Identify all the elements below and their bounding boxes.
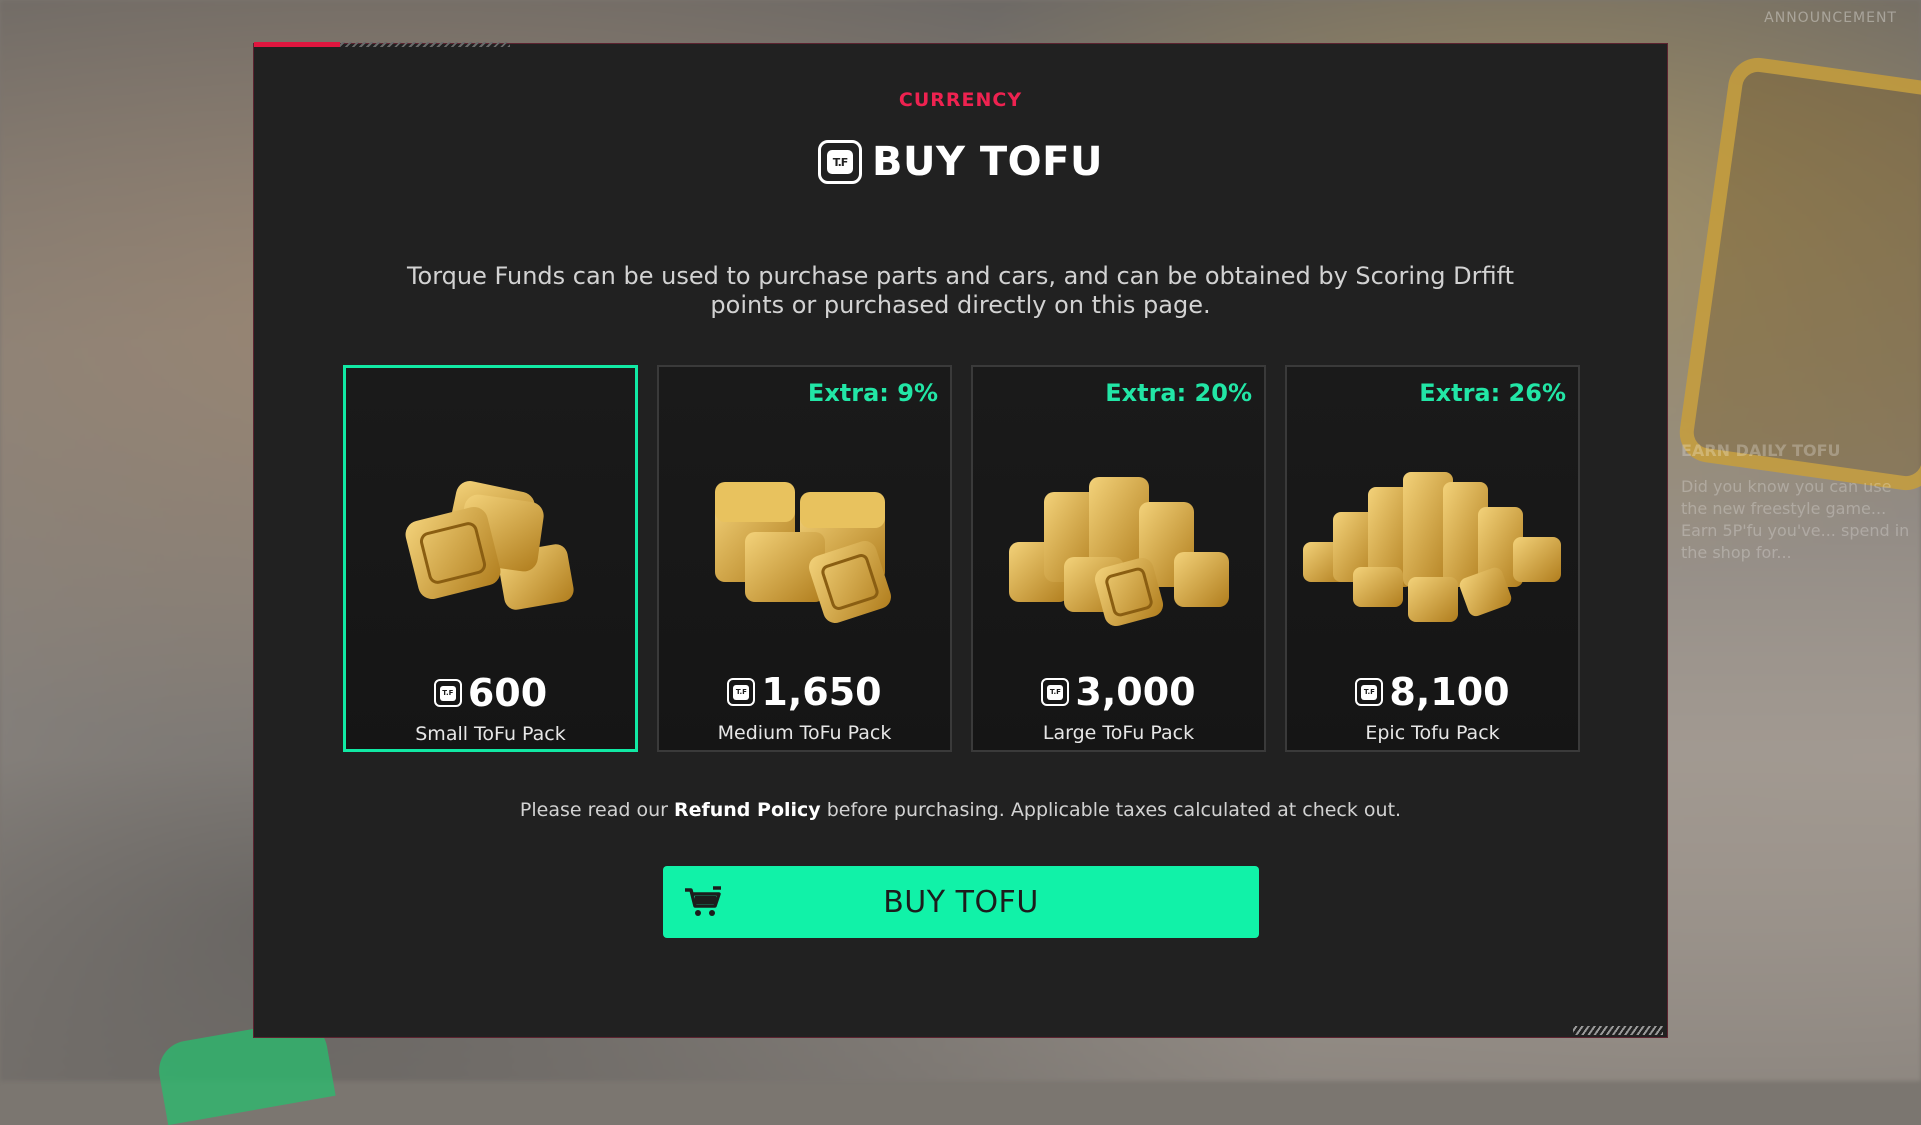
tofu-icon: T.F [1041, 678, 1070, 706]
pack-extra: Extra: 9% [807, 379, 938, 407]
pack-amount-row: T.F 600 [346, 671, 635, 715]
buy-tofu-button[interactable]: BUY TOFU [663, 866, 1259, 938]
coin-stack-medium-image [659, 447, 950, 647]
pack-amount: 8,100 [1389, 670, 1510, 714]
pack-name: Small ToFu Pack [415, 723, 566, 745]
modal-description: Torque Funds can be used to purchase par… [406, 262, 1515, 319]
tofu-icon: T.F [727, 678, 756, 706]
coin-stack-small-image [346, 448, 635, 648]
pack-amount-row: T.F 3,000 [973, 670, 1264, 714]
buy-button-label: BUY TOFU [883, 884, 1039, 920]
modal-title: BUY TOFU [872, 139, 1103, 185]
pack-card-large[interactable]: Extra: 20% T.F 3,000 Large ToFu Pack [971, 365, 1266, 752]
refund-notice: Please read our Refund Policy before pur… [254, 799, 1667, 821]
pack-card-medium[interactable]: Extra: 9% T.F 1,650 Medium ToFu Pack [657, 365, 952, 752]
pack-amount: 1,650 [761, 670, 882, 714]
cart-icon [685, 886, 721, 916]
modal-eyebrow: CURRENCY [898, 89, 1023, 111]
pack-amount: 3,000 [1075, 670, 1196, 714]
pack-name: Epic Tofu Pack [1365, 722, 1500, 744]
corner-hatch [1573, 1026, 1663, 1035]
pack-card-small[interactable]: T.F 600 Small ToFu Pack [343, 365, 638, 752]
background-announcement: ANNOUNCEMENT [1764, 10, 1897, 26]
coin-stack-large-image [973, 447, 1264, 647]
pack-name: Large ToFu Pack [1042, 722, 1195, 744]
refund-policy-link[interactable]: Refund Policy [674, 799, 821, 821]
background-side-text: Did you know you can use the new freesty… [1681, 477, 1910, 562]
refund-prefix: Please read our [519, 799, 674, 821]
modal-title-row: T.F BUY TOFU [254, 139, 1667, 185]
pack-name: Medium ToFu Pack [717, 722, 892, 744]
pack-amount-row: T.F 8,100 [1287, 670, 1578, 714]
buy-tofu-modal: CURRENCY T.F BUY TOFU Torque Funds can b… [253, 42, 1668, 1038]
pack-amount-row: T.F 1,650 [659, 670, 950, 714]
pack-card-epic[interactable]: Extra: 26% T.F 8,100 Epic Tofu Pack [1285, 365, 1580, 752]
coin-stack-epic-image [1287, 447, 1578, 647]
background-side-panel: EARN DAILY TOFU Did you know you can use… [1681, 440, 1921, 564]
tofu-icon: T.F [1355, 678, 1384, 706]
accent-hatch [340, 42, 510, 47]
background-side-heading: EARN DAILY TOFU [1681, 441, 1841, 460]
pack-extra: Extra: 20% [1105, 379, 1252, 407]
tofu-icon: T.F [433, 679, 462, 707]
pack-list: T.F 600 Small ToFu Pack Extra: 9% T.F 1,… [343, 365, 1580, 752]
accent-bar [254, 42, 340, 47]
pack-extra: Extra: 26% [1419, 379, 1566, 407]
refund-suffix: before purchasing. Applicable taxes calc… [820, 799, 1402, 821]
tofu-icon: T.F [818, 140, 863, 184]
pack-amount: 600 [467, 671, 548, 715]
